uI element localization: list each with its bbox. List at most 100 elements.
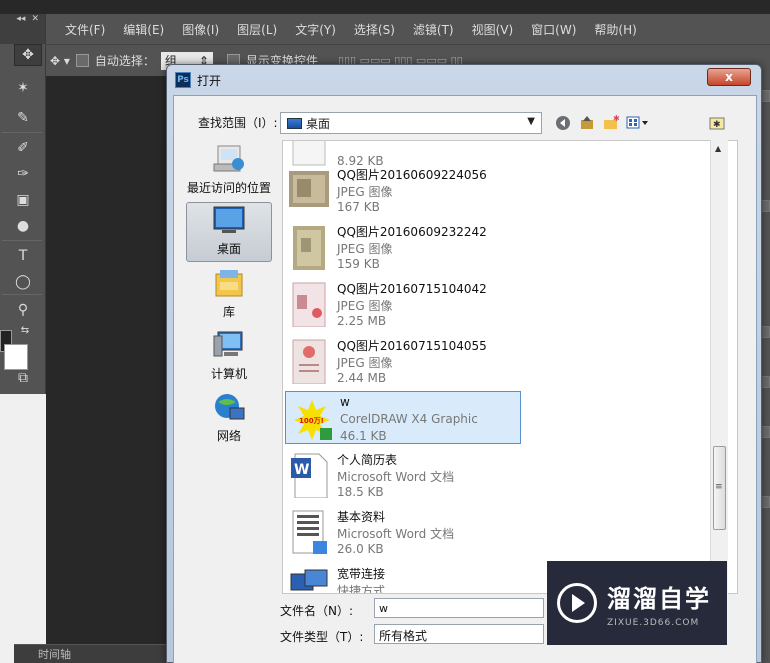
brush-icon[interactable]: ✐ xyxy=(12,138,34,158)
look-in-label: 查找范围（I）: xyxy=(198,116,278,130)
menu-layer[interactable]: 图层(L) xyxy=(228,21,286,38)
new-folder-icon[interactable]: ✱ xyxy=(600,113,622,133)
type-tool-icon[interactable]: T xyxy=(12,246,34,266)
scroll-up-icon[interactable]: ▲ xyxy=(715,144,721,153)
file-name-input[interactable] xyxy=(374,598,544,618)
auto-select-label: 自动选择： xyxy=(94,54,155,68)
view-menu-icon[interactable] xyxy=(624,113,652,133)
computer-icon xyxy=(212,330,246,360)
place-desktop[interactable]: 桌面 xyxy=(186,202,272,262)
vertical-scrollbar[interactable]: ▲ ≡ xyxy=(710,140,728,594)
move-tool-icon[interactable]: ✥ xyxy=(14,44,42,66)
list-item[interactable]: 宽带连接 快捷方式 xyxy=(283,562,519,593)
file-size: 2.25 MB xyxy=(337,314,387,328)
list-item[interactable]: QQ图片20160609224056 JPEG 图像 167 KB xyxy=(283,163,519,219)
look-in-dropdown[interactable]: 桌面 ▼ xyxy=(280,112,542,134)
favorite-folder-icon[interactable]: ✱ xyxy=(706,113,728,133)
file-name-label: 文件名（N）: xyxy=(280,604,354,618)
svg-text:✱: ✱ xyxy=(613,115,620,123)
file-type: JPEG 图像 xyxy=(337,356,393,370)
background-color-swatch[interactable] xyxy=(4,344,28,370)
document-canvas xyxy=(0,394,46,663)
image-thumbnail xyxy=(289,281,329,328)
file-type-dropdown[interactable]: 所有格式 xyxy=(374,624,544,644)
menu-edit[interactable]: 编辑(E) xyxy=(114,21,173,38)
file-name: QQ图片20160609224056 xyxy=(337,168,487,182)
collapse-icon[interactable]: ◂◂ xyxy=(16,14,25,24)
menu-select[interactable]: 选择(S) xyxy=(345,21,404,38)
look-in-value: 桌面 xyxy=(306,116,331,131)
word-document-icon: W xyxy=(289,452,329,499)
up-folder-icon[interactable] xyxy=(576,113,598,133)
file-type: Microsoft Word 文档 xyxy=(337,470,455,484)
file-type-label: 文件类型（T）: xyxy=(280,630,364,644)
list-item[interactable]: QQ图片20160609232242 JPEG 图像 159 KB xyxy=(283,220,519,276)
toolbox-header: ◂◂ ✕ xyxy=(0,14,45,44)
image-thumbnail xyxy=(289,224,329,270)
file-name: w xyxy=(340,395,350,409)
file-name: 宽带连接 xyxy=(337,567,386,581)
scroll-grip-icon: ≡ xyxy=(715,482,723,492)
svg-text:100万!: 100万! xyxy=(299,417,324,425)
file-type: JPEG 图像 xyxy=(337,242,393,256)
file-list[interactable]: 8.92 KB QQ图片20160609224056 JPEG 图像 167 K… xyxy=(282,140,738,594)
zoom-tool-icon[interactable]: ⚲ xyxy=(12,300,34,320)
eyedropper-icon[interactable]: ✎ xyxy=(12,108,34,128)
dialog-titlebar[interactable]: Ps 打开 xyxy=(167,65,761,95)
ellipse-tool-icon[interactable]: ◯ xyxy=(12,272,34,292)
back-icon[interactable] xyxy=(552,113,574,133)
place-recent[interactable]: 最近访问的位置 xyxy=(186,140,272,200)
history-brush-icon[interactable]: ✑ xyxy=(12,164,34,184)
close-panel-icon[interactable]: ✕ xyxy=(31,14,39,24)
file-name: QQ图片20160609232242 xyxy=(337,225,487,239)
menu-bar: 文件(F) 编辑(E) 图像(I) 图层(L) 文字(Y) 选择(S) 滤镜(T… xyxy=(46,14,770,44)
network-icon xyxy=(212,392,246,422)
place-computer[interactable]: 计算机 xyxy=(186,326,272,386)
file-name: 个人简历表 xyxy=(337,453,398,467)
dodge-icon[interactable]: ● xyxy=(12,216,34,236)
file-type: JPEG 图像 xyxy=(337,185,393,199)
svg-text:✱: ✱ xyxy=(713,120,721,130)
screen-mode-icon[interactable]: ⧉ xyxy=(12,368,34,388)
place-network[interactable]: 网络 xyxy=(186,388,272,448)
file-name: QQ图片20160715104055 xyxy=(337,339,487,353)
swap-colors-icon[interactable]: ⇆ xyxy=(14,320,36,340)
image-thumbnail xyxy=(289,167,329,213)
menu-type[interactable]: 文字(Y) xyxy=(286,21,345,38)
menu-help[interactable]: 帮助(H) xyxy=(585,21,645,38)
coreldraw-thumbnail: 100万! xyxy=(292,396,332,442)
watermark-subtitle: ZIXUE.3D66.COM xyxy=(607,617,700,628)
menu-image[interactable]: 图像(I) xyxy=(173,21,228,38)
word-document-icon xyxy=(289,509,329,555)
library-icon xyxy=(212,268,246,298)
file-size: 18.5 KB xyxy=(337,485,384,499)
move-options-icon[interactable]: ✥ ▾ xyxy=(50,54,70,68)
image-thumbnail xyxy=(289,338,329,385)
file-type: Microsoft Word 文档 xyxy=(337,527,455,541)
photoshop-icon: Ps xyxy=(175,72,191,88)
recent-places-icon xyxy=(212,144,246,174)
list-item[interactable]: QQ图片20160715104042 JPEG 图像 2.25 MB xyxy=(283,277,519,333)
file-size: 26.0 KB xyxy=(337,542,384,556)
menu-file[interactable]: 文件(F) xyxy=(56,21,114,38)
list-item-selected[interactable]: 100万! w CorelDRAW X4 Graphic 46.1 KB xyxy=(285,391,521,444)
file-size: 2.44 MB xyxy=(337,371,387,385)
place-library[interactable]: 库 xyxy=(186,264,272,324)
dialog-title: 打开 xyxy=(197,73,222,88)
watermark-title: 溜溜自学 xyxy=(607,584,711,613)
close-button[interactable]: x xyxy=(707,68,751,86)
file-name: 基本资料 xyxy=(337,510,386,524)
list-item[interactable]: W 个人简历表 Microsoft Word 文档 18.5 KB xyxy=(283,448,519,504)
list-item[interactable]: QQ图片20160715104055 JPEG 图像 2.44 MB xyxy=(283,334,519,390)
menu-view[interactable]: 视图(V) xyxy=(463,21,523,38)
timeline-tab[interactable]: 时间轴 xyxy=(14,644,168,663)
menu-filter[interactable]: 滤镜(T) xyxy=(404,21,463,38)
watermark: 溜溜自学 ZIXUE.3D66.COM xyxy=(547,561,727,645)
file-type: CorelDRAW X4 Graphic xyxy=(340,412,478,426)
menu-window[interactable]: 窗口(W) xyxy=(522,21,585,38)
desktop-icon xyxy=(287,117,302,129)
auto-select-checkbox[interactable] xyxy=(75,54,89,67)
magic-wand-icon[interactable]: ✶ xyxy=(12,78,34,98)
list-item[interactable]: 基本资料 Microsoft Word 文档 26.0 KB xyxy=(283,505,519,561)
gradient-icon[interactable]: ▣ xyxy=(12,190,34,210)
